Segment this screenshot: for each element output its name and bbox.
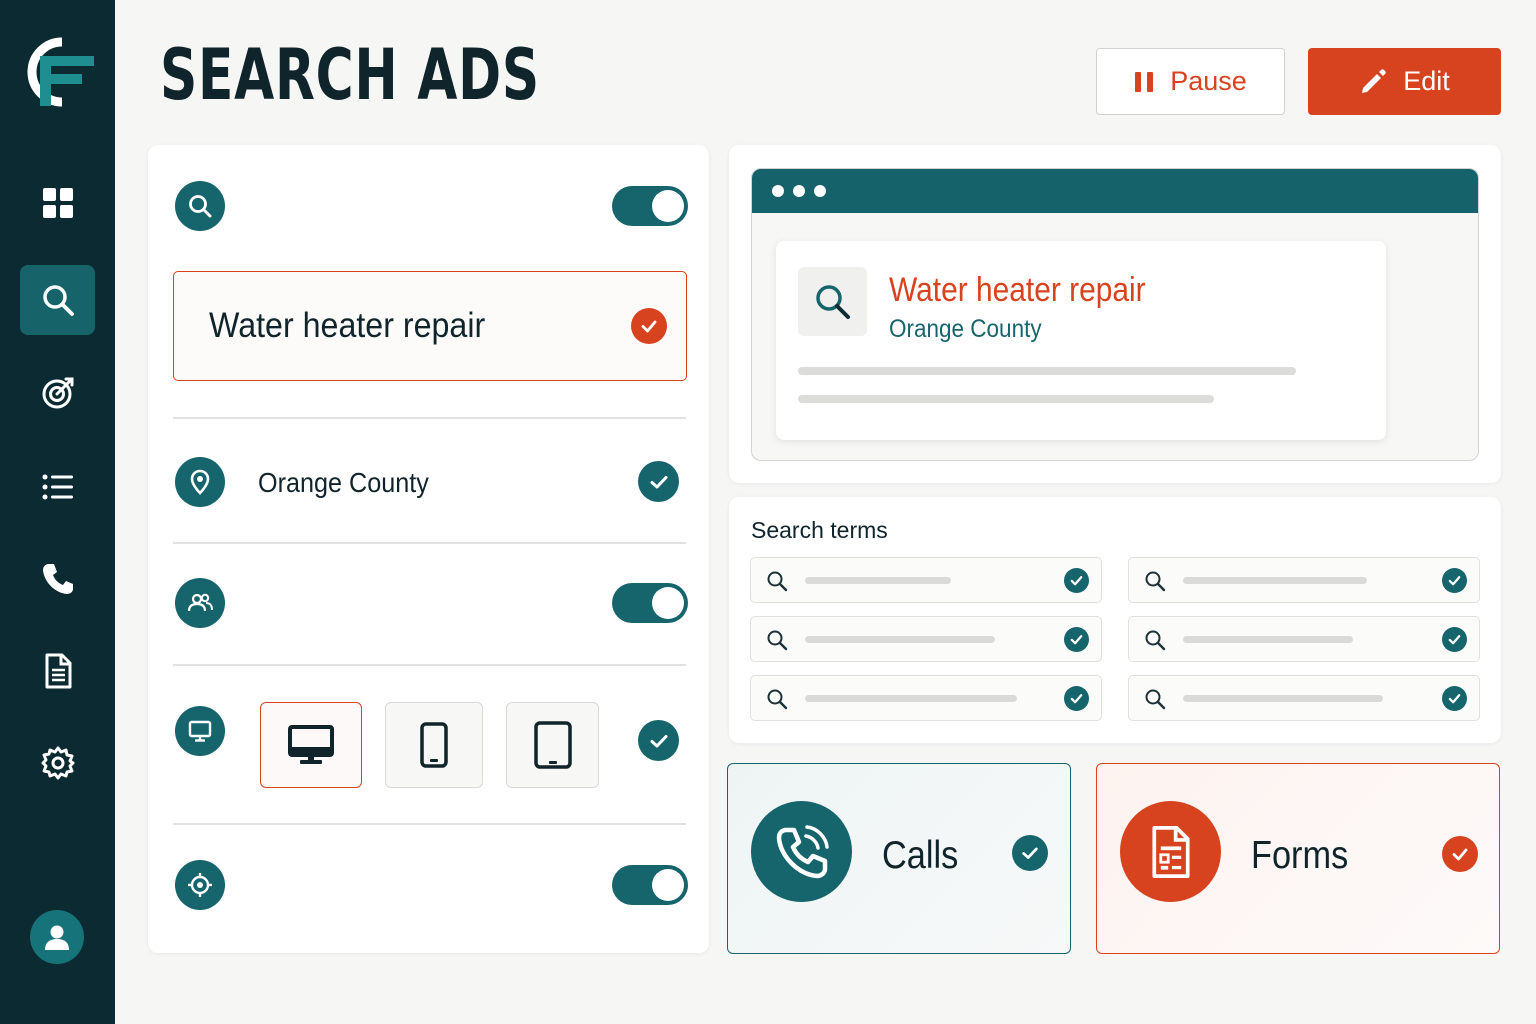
desktop-icon	[288, 725, 334, 764]
list-icon	[42, 474, 73, 500]
browser-bar	[752, 169, 1478, 213]
pause-button[interactable]: Pause	[1096, 48, 1285, 115]
term-placeholder	[1183, 695, 1383, 702]
forms-label: Forms	[1251, 834, 1349, 877]
divider	[173, 823, 686, 825]
sidebar-item-targeting[interactable]	[20, 358, 95, 428]
search-term-item[interactable]	[750, 557, 1102, 603]
location-pin-icon	[175, 457, 225, 507]
sidebar-item-calls[interactable]	[20, 544, 95, 614]
ad-preview-card: Water heater repair Orange County	[729, 145, 1501, 483]
devices-check-icon	[638, 720, 679, 761]
placeholder-line	[798, 367, 1296, 375]
conversion-forms-card[interactable]: Forms	[1096, 763, 1500, 954]
search-terms-title: Search terms	[751, 517, 888, 543]
gear-icon	[41, 746, 74, 780]
goal-toggle[interactable]	[612, 865, 688, 905]
term-check-icon	[1442, 686, 1467, 711]
sidebar-item-lists[interactable]	[20, 452, 95, 522]
grid-icon	[42, 188, 73, 218]
search-icon	[767, 571, 788, 592]
people-icon	[175, 578, 225, 628]
sidebar	[0, 0, 115, 1024]
edit-button[interactable]: Edit	[1308, 48, 1501, 115]
term-placeholder	[805, 695, 1017, 702]
keyword-value: Water heater repair	[209, 306, 486, 345]
term-check-icon	[1064, 627, 1089, 652]
term-placeholder	[805, 636, 995, 643]
keyword-check-icon	[631, 308, 667, 344]
page-title: SEARCH ADS	[160, 34, 540, 116]
placeholder-line	[798, 395, 1214, 403]
search-icon	[1145, 630, 1166, 651]
search-term-item[interactable]	[1128, 616, 1480, 662]
user-icon	[45, 925, 69, 950]
term-check-icon	[1064, 686, 1089, 711]
forms-check-icon	[1442, 836, 1478, 872]
search-icon	[1145, 571, 1166, 592]
location-value[interactable]: Orange County	[258, 467, 429, 499]
search-term-item[interactable]	[1128, 557, 1480, 603]
search-terms-card: Search terms	[729, 497, 1501, 743]
search-term-item[interactable]	[750, 675, 1102, 721]
campaign-settings-card: Water heater repair Orange County	[148, 145, 709, 953]
search-icon	[42, 285, 74, 316]
keyword-search-icon	[175, 181, 225, 231]
window-dot-icon	[772, 185, 784, 197]
window-dot-icon	[793, 185, 805, 197]
target-icon	[42, 377, 73, 409]
phone-call-icon	[751, 801, 852, 902]
ad-search-icon	[798, 267, 867, 336]
pause-icon	[1135, 71, 1154, 92]
calls-label: Calls	[882, 834, 959, 877]
divider	[173, 664, 686, 666]
pencil-icon	[1362, 68, 1386, 93]
profile-avatar[interactable]	[30, 910, 84, 964]
calls-check-icon	[1012, 835, 1048, 871]
term-placeholder	[1183, 577, 1367, 584]
form-icon	[1120, 801, 1221, 902]
phone-icon	[42, 564, 73, 594]
pause-label: Pause	[1170, 66, 1247, 96]
crosshair-icon	[175, 860, 225, 910]
device-option-desktop[interactable]	[260, 702, 362, 788]
monitor-icon	[175, 706, 225, 756]
sidebar-item-dashboard[interactable]	[20, 168, 95, 238]
term-check-icon	[1064, 568, 1089, 593]
keyword-toggle[interactable]	[612, 186, 688, 226]
search-icon	[767, 689, 788, 710]
term-placeholder	[805, 577, 951, 584]
brand-logo-icon[interactable]	[22, 36, 96, 110]
edit-label: Edit	[1403, 66, 1450, 96]
search-term-item[interactable]	[750, 616, 1102, 662]
sidebar-item-settings[interactable]	[20, 728, 95, 798]
ad-location: Orange County	[889, 315, 1042, 343]
phone-device-icon	[420, 722, 448, 768]
ad-title[interactable]: Water heater repair	[889, 271, 1146, 310]
conversion-calls-card[interactable]: Calls	[727, 763, 1071, 954]
audience-toggle[interactable]	[612, 583, 688, 623]
device-option-tablet[interactable]	[506, 702, 599, 788]
device-option-phone[interactable]	[385, 702, 483, 788]
document-icon	[45, 653, 71, 689]
term-check-icon	[1442, 627, 1467, 652]
term-placeholder	[1183, 636, 1353, 643]
search-icon	[1145, 689, 1166, 710]
keyword-field[interactable]: Water heater repair	[173, 271, 687, 381]
sidebar-item-documents[interactable]	[20, 636, 95, 706]
search-icon	[767, 630, 788, 651]
search-term-item[interactable]	[1128, 675, 1480, 721]
sidebar-item-search[interactable]	[20, 265, 95, 335]
ad-result[interactable]: Water heater repair Orange County	[776, 241, 1386, 440]
tablet-icon	[533, 721, 572, 769]
browser-window: Water heater repair Orange County	[751, 168, 1479, 461]
location-check-icon	[638, 461, 679, 502]
divider	[173, 542, 686, 544]
divider	[173, 417, 686, 419]
window-dot-icon	[814, 185, 826, 197]
term-check-icon	[1442, 568, 1467, 593]
